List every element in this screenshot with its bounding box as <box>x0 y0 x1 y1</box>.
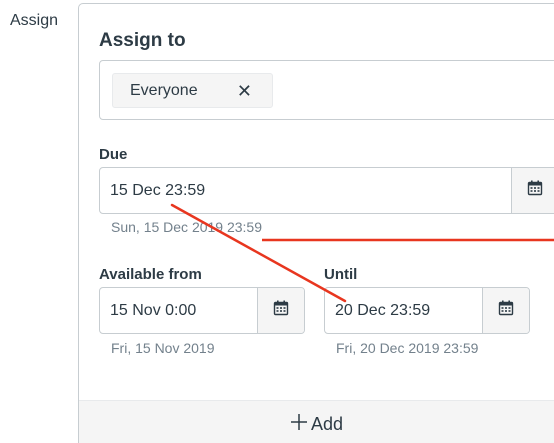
assign-section-label: Assign <box>10 12 59 29</box>
add-assignment-bar: Add <box>79 400 554 443</box>
calendar-icon <box>498 300 514 321</box>
until-hint: Fri, 20 Dec 2019 23:59 <box>336 340 479 356</box>
due-calendar-button[interactable] <box>511 168 554 213</box>
due-date-hint: Sun, 15 Dec 2019 23:59 <box>111 219 263 235</box>
assignee-chip-label: Everyone <box>130 81 198 99</box>
add-button[interactable]: Add <box>289 409 343 439</box>
due-date-value[interactable]: 15 Dec 23:59 <box>100 168 511 213</box>
available-from-calendar-button[interactable] <box>257 288 304 333</box>
available-from-label: Available from <box>99 266 202 283</box>
available-from-field[interactable]: 15 Nov 0:00 <box>99 287 305 334</box>
until-value[interactable]: 20 Dec 23:59 <box>325 288 482 333</box>
assign-to-input[interactable]: Everyone ✕ <box>99 60 554 120</box>
plus-icon <box>289 412 309 437</box>
until-field[interactable]: 20 Dec 23:59 <box>324 287 530 334</box>
until-label: Until <box>324 266 358 283</box>
calendar-icon <box>527 180 543 201</box>
assign-card: Assign to Everyone ✕ Due 15 Dec 23:59 Su… <box>78 3 554 443</box>
calendar-icon <box>273 300 289 321</box>
close-icon[interactable]: ✕ <box>237 82 252 100</box>
due-date-field[interactable]: 15 Dec 23:59 <box>99 167 554 214</box>
available-from-hint: Fri, 15 Nov 2019 <box>111 340 215 356</box>
assign-to-heading: Assign to <box>99 30 186 51</box>
available-from-value[interactable]: 15 Nov 0:00 <box>100 288 257 333</box>
assignee-chip-everyone[interactable]: Everyone ✕ <box>112 73 273 108</box>
due-label: Due <box>99 146 128 163</box>
until-calendar-button[interactable] <box>482 288 529 333</box>
add-button-label: Add <box>311 413 344 434</box>
